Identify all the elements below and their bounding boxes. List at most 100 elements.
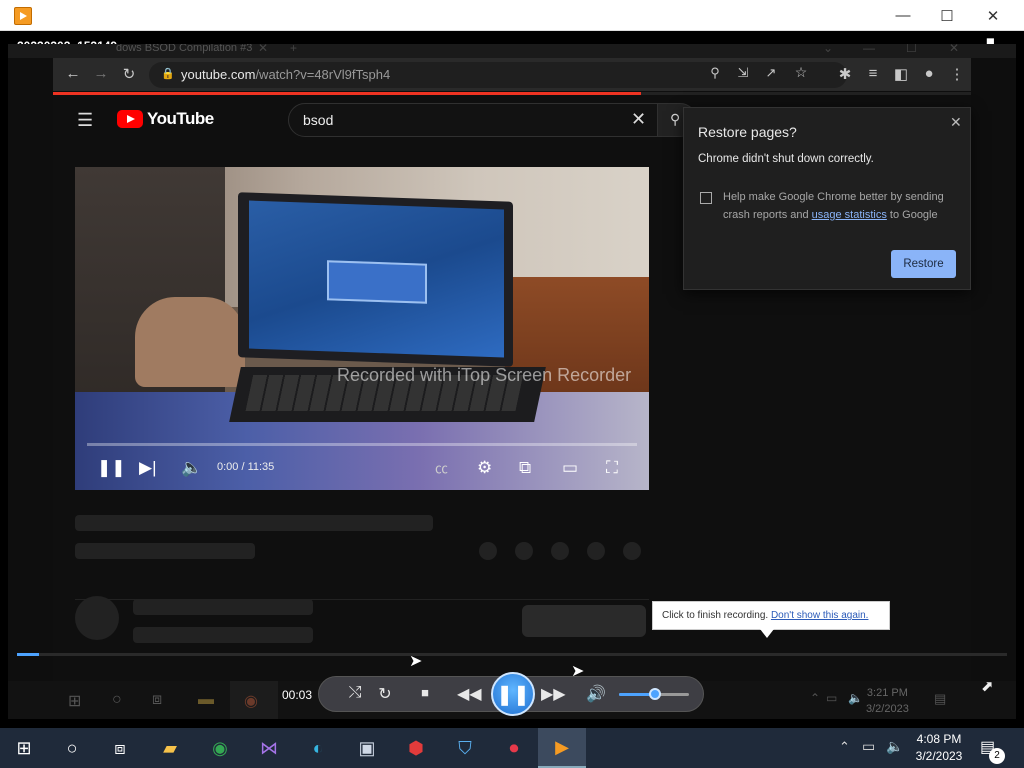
video-progress-bar[interactable] <box>87 443 637 446</box>
zoom-icon[interactable]: ⚲ <box>705 65 725 81</box>
action-skeleton <box>623 542 641 560</box>
file-explorer-icon[interactable]: ▰ <box>146 728 194 768</box>
crash-report-checkbox[interactable] <box>700 192 712 204</box>
restore-button[interactable]: Restore <box>891 250 956 278</box>
recorded-chrome-icon: ◉ <box>244 693 258 710</box>
share-icon[interactable]: ↗ <box>761 65 781 81</box>
tray-chevron-icon[interactable]: ⌃ <box>839 739 850 755</box>
title-skeleton <box>75 515 433 531</box>
hamburger-menu-icon[interactable]: ☰ <box>77 110 93 131</box>
youtube-brand[interactable]: YouTube <box>147 109 214 129</box>
video-time: 0:00 / 11:35 <box>217 461 275 473</box>
volume-slider[interactable] <box>619 688 689 700</box>
itop-player-taskbar-icon[interactable]: ▶ <box>538 728 586 768</box>
visual-studio-icon[interactable]: ⋈ <box>245 728 293 768</box>
media-queue-icon[interactable]: ≡ <box>863 65 883 82</box>
close-button[interactable]: ✕ <box>970 0 1016 31</box>
clock-time: 4:08 PM <box>916 732 962 746</box>
recorded-taskview-icon: ⧈ <box>152 691 163 708</box>
video-next-icon[interactable]: ▶| <box>139 458 157 478</box>
restore-dialog-close-icon[interactable]: ✕ <box>950 114 962 131</box>
forward-icon[interactable]: → <box>91 65 111 82</box>
repeat-icon[interactable]: ↻ <box>373 684 397 704</box>
screen-recorder-icon[interactable]: ⏺ <box>490 728 538 768</box>
recorded-new-tab-icon: + <box>290 44 298 55</box>
play-pause-button[interactable]: ❚❚ <box>491 672 535 716</box>
channel-skeleton <box>133 627 313 643</box>
avatar-skeleton <box>75 596 119 640</box>
subscribe-skeleton <box>522 605 646 637</box>
recorded-network-icon: ▭ <box>826 691 838 705</box>
youtube-video-player[interactable]: ❚❚ ▶| 🔈 0:00 / 11:35 ㏄ ⚙ ⧉ ▭ ⛶ Recorded … <box>75 167 649 490</box>
url-text: youtube.com/watch?v=48rVl9fTsph4 <box>181 67 390 82</box>
install-icon[interactable]: ⇲ <box>733 65 753 81</box>
url-path: /watch?v=48rVl9fTsph4 <box>255 67 391 82</box>
channel-skeleton <box>133 599 313 615</box>
recorded-tab-title: dows BSOD Compilation #3 <box>116 44 253 54</box>
tooltip-tail <box>760 629 774 638</box>
address-bar[interactable]: 🔒 youtube.com/watch?v=48rVl9fTsph4 ⚲ ⇲ ↗… <box>149 62 847 88</box>
fast-forward-icon[interactable]: ▶▶ <box>541 684 566 704</box>
security-shield-icon[interactable]: ⛉ <box>441 728 489 768</box>
shuffle-icon[interactable]: ⤭ <box>343 684 367 702</box>
recorded-tab-close-icon: ✕ <box>258 44 269 55</box>
edge-icon[interactable]: ◐ <box>294 728 342 768</box>
search-query: bsod <box>303 112 334 128</box>
recorded-maximize-icon: ☐ <box>906 44 917 55</box>
action-skeleton <box>515 542 533 560</box>
recorded-date: 3/2/2023 <box>866 703 909 715</box>
recorded-tabstrip: dows BSOD Compilation #3 ✕ + ⌄ — ☐ ✕ <box>8 44 1016 58</box>
action-skeleton <box>551 542 569 560</box>
captions-icon[interactable]: ㏄ <box>435 458 448 477</box>
miniplayer-icon[interactable]: ⧉ <box>519 458 531 478</box>
network-icon[interactable]: ▭ <box>862 738 875 755</box>
notification-count-badge: 2 <box>989 748 1005 764</box>
speaker-icon[interactable]: 🔈 <box>886 738 903 755</box>
theater-mode-icon[interactable]: ▭ <box>562 458 578 478</box>
stop-icon[interactable]: ■ <box>413 685 437 700</box>
window-titlebar: — ☐ ✕ <box>0 0 1024 31</box>
system-clock[interactable]: 4:08 PM 3/2/2023 <box>905 731 973 765</box>
recorded-search-icon: ○ <box>112 691 122 708</box>
fullscreen-icon[interactable]: ⛶ <box>606 458 618 478</box>
dont-show-again-link[interactable]: Don't show this again. <box>771 610 869 621</box>
video-controls: ❚❚ ▶| 🔈 0:00 / 11:35 ㏄ ⚙ ⧉ ▭ ⛶ <box>75 447 649 490</box>
bookmark-star-icon[interactable]: ☆ <box>791 64 811 81</box>
meta-skeleton <box>75 543 255 559</box>
recorded-time: 3:21 PM <box>866 687 908 699</box>
video-pause-icon[interactable]: ❚❚ <box>97 458 126 478</box>
reload-icon[interactable]: ↻ <box>119 65 139 83</box>
usage-statistics-link[interactable]: usage statistics <box>812 209 887 221</box>
clear-search-icon[interactable]: ✕ <box>631 109 646 130</box>
chrome-toolbar: ← → ↻ 🔒 youtube.com/watch?v=48rVl9fTsph4… <box>53 58 971 91</box>
youtube-logo-icon[interactable] <box>117 110 143 128</box>
expand-icon[interactable]: ⬈ <box>981 677 994 695</box>
maximize-button[interactable]: ☐ <box>924 0 970 31</box>
extensions-icon[interactable]: ✱ <box>835 65 855 83</box>
volume-icon[interactable]: 🔊 <box>584 684 608 704</box>
recorded-explorer-icon: ▬ <box>198 691 214 708</box>
restore-dialog-title: Restore pages? <box>698 124 797 140</box>
search-circle-icon[interactable]: ○ <box>48 728 96 768</box>
side-panel-icon[interactable]: ◧ <box>891 65 911 83</box>
task-view-icon[interactable]: ⧈ <box>96 728 144 768</box>
mouse-cursor-icon: ➤ <box>409 653 423 670</box>
minimize-button[interactable]: — <box>880 0 926 31</box>
profile-icon[interactable]: ● <box>919 65 939 82</box>
video-volume-icon[interactable]: 🔈 <box>181 458 202 478</box>
chrome-icon[interactable]: ◉ <box>196 728 244 768</box>
crash-report-text-end: to Google <box>886 209 938 221</box>
volume-slider-knob[interactable] <box>649 688 662 700</box>
seek-bar-progress <box>17 653 39 656</box>
game-app-icon[interactable]: ⬢ <box>392 728 440 768</box>
start-windows-icon[interactable]: ⊞ <box>0 728 48 768</box>
settings-gear-icon[interactable]: ⚙ <box>477 458 492 478</box>
back-icon[interactable]: ← <box>63 65 83 82</box>
menu-kebab-icon[interactable]: ⋮ <box>947 65 967 83</box>
rewind-icon[interactable]: ◀◀ <box>457 684 482 704</box>
finish-recording-tooltip[interactable]: Click to finish recording. Don't show th… <box>652 601 890 630</box>
recorded-close-icon: ✕ <box>949 44 960 55</box>
seek-bar[interactable] <box>17 653 1007 656</box>
photos-icon[interactable]: ▣ <box>343 728 391 768</box>
youtube-search-input[interactable]: bsod ✕ <box>288 103 658 137</box>
